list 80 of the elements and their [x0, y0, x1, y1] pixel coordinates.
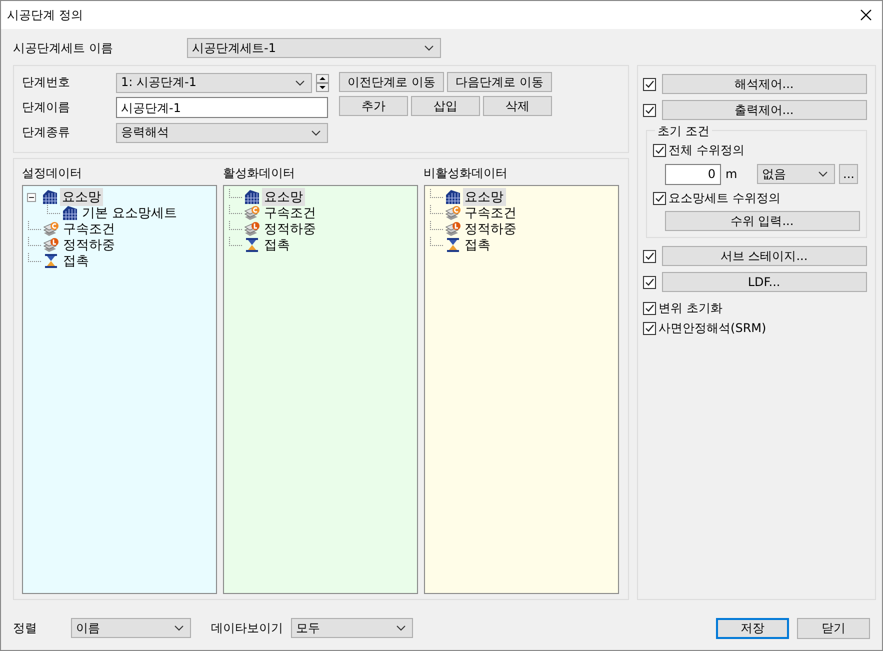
checkbox[interactable]	[652, 144, 666, 156]
view-label: 데이타보이기	[211, 620, 283, 636]
water-level-input-button[interactable]: 수위 입력...	[664, 211, 860, 231]
stacked-layers-icon	[244, 221, 260, 237]
stage-name-field[interactable]: 시공단계-1	[116, 97, 328, 118]
tree-title: 비활성화데이터	[424, 165, 509, 181]
tree-item[interactable]: 기본 요소망세트	[80, 204, 180, 222]
group-title: 초기 조건	[654, 123, 712, 140]
tree-item[interactable]: 접촉	[61, 252, 91, 270]
checkbox[interactable]	[642, 250, 656, 262]
checkbox[interactable]	[642, 302, 656, 314]
chevron-icon	[424, 45, 434, 51]
stage-set-label: 시공단계세트 이름	[13, 40, 114, 56]
tree-item[interactable]: 구속조건	[61, 220, 117, 238]
tree-item[interactable]: 접촉	[262, 236, 292, 254]
chevron-icon	[396, 625, 406, 631]
unit-label: m	[726, 167, 738, 181]
window-title: 시공단계 정의	[7, 6, 83, 24]
close-icon[interactable]	[860, 9, 872, 21]
view-dropdown[interactable]: 모두	[291, 618, 413, 638]
hourglass-icon	[43, 253, 59, 269]
option-button[interactable]: 해석제어...	[662, 74, 867, 94]
navigate-button[interactable]: 이전단계로 이동	[339, 72, 444, 92]
checkbox[interactable]	[642, 104, 656, 116]
dropdown[interactable]: 응력해석	[116, 122, 328, 142]
tree-item[interactable]: 정적하중	[462, 220, 519, 238]
sort-label: 정렬	[13, 620, 38, 636]
hourglass-icon	[244, 237, 260, 253]
spinner-control[interactable]	[316, 74, 329, 92]
checkbox-label: 전체 수위정의	[668, 142, 744, 158]
water-level-field[interactable]: 0	[664, 164, 721, 184]
browse-button[interactable]: ...	[839, 164, 858, 184]
dropdown[interactable]: 1: 시공단계-1	[116, 72, 312, 92]
checkbox[interactable]	[642, 276, 656, 288]
checkbox-label: 변위 초기화	[658, 300, 722, 316]
grid-block-icon	[244, 189, 260, 205]
checkbox[interactable]	[642, 78, 656, 90]
tree-item[interactable]: 구속조건	[262, 204, 318, 222]
grid-block-icon	[444, 189, 461, 205]
edit-button[interactable]: 삽입	[411, 96, 480, 116]
stacked-layers-icon	[43, 237, 59, 253]
grid-block-icon	[62, 205, 78, 221]
tree-item[interactable]: 정적하중	[262, 220, 318, 238]
tree-item[interactable]: 요소망	[462, 188, 506, 206]
collapse-toggle-icon[interactable]	[27, 192, 36, 202]
edit-button[interactable]: 추가	[339, 96, 408, 116]
level-mode-dropdown[interactable]: 없음	[757, 164, 836, 184]
sort-dropdown[interactable]: 이름	[71, 618, 191, 638]
chevron-icon	[295, 80, 305, 86]
hourglass-icon	[444, 237, 461, 253]
checkbox[interactable]	[642, 322, 656, 334]
field-label: 단계번호	[22, 74, 71, 91]
checkbox-label: 사면안정해석(SRM)	[658, 320, 766, 336]
dialog-button[interactable]: 저장	[716, 618, 789, 638]
field-label: 단계종류	[22, 124, 71, 141]
field-label: 단계이름	[22, 99, 71, 116]
chevron-icon	[174, 625, 184, 631]
chevron-icon	[818, 171, 828, 177]
stacked-layers-icon	[43, 221, 59, 237]
tree-item[interactable]: 요소망	[262, 188, 305, 206]
checkbox-label: 요소망세트 수위정의	[668, 190, 780, 206]
dialog-button[interactable]: 닫기	[797, 618, 870, 638]
option-button[interactable]: 서브 스테이지...	[662, 246, 867, 266]
stacked-layers-icon	[244, 205, 260, 221]
edit-button[interactable]: 삭제	[483, 96, 552, 116]
stacked-layers-icon	[444, 205, 461, 221]
grid-block-icon	[42, 189, 58, 205]
chevron-icon	[311, 130, 321, 136]
stacked-layers-icon	[444, 221, 461, 237]
tree-item[interactable]: 구속조건	[462, 204, 519, 222]
option-button[interactable]: LDF...	[662, 272, 867, 292]
tree-title: 설정데이터	[22, 165, 83, 181]
option-button[interactable]: 출력제어...	[662, 100, 867, 120]
stage-set-dropdown[interactable]: 시공단계세트-1	[187, 38, 441, 58]
tree-item[interactable]: 정적하중	[61, 236, 117, 254]
tree-title: 활성화데이터	[222, 165, 296, 181]
tree-item[interactable]: 요소망	[60, 188, 103, 206]
navigate-button[interactable]: 다음단계로 이동	[447, 72, 552, 92]
tree-item[interactable]: 접촉	[462, 236, 493, 254]
checkbox[interactable]	[652, 192, 666, 204]
